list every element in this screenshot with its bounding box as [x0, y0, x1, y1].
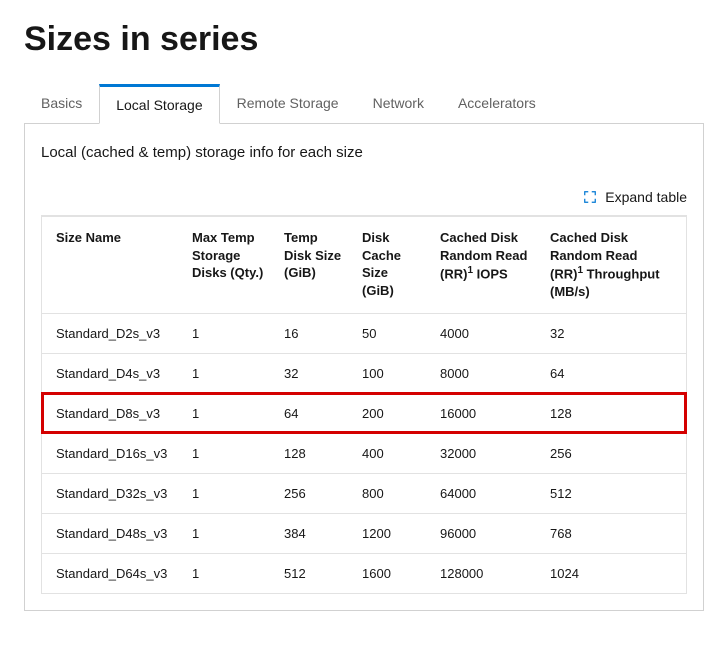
cell-tp: 1024 [540, 553, 686, 593]
tab-bar: Basics Local Storage Remote Storage Netw… [24, 83, 704, 124]
cell-iops: 32000 [430, 433, 540, 473]
table-row: Standard_D64s_v3151216001280001024 [42, 553, 686, 593]
cell-qty: 1 [182, 313, 274, 353]
table-row: Standard_D48s_v31384120096000768 [42, 513, 686, 553]
cell-qty: 1 [182, 473, 274, 513]
cell-tp: 256 [540, 433, 686, 473]
cell-cache: 100 [352, 353, 430, 393]
cell-temp: 32 [274, 353, 352, 393]
tab-panel: Local (cached & temp) storage info for e… [24, 124, 704, 611]
tab-local-storage[interactable]: Local Storage [99, 84, 219, 124]
th-size-name: Size Name [42, 217, 182, 314]
cell-qty: 1 [182, 553, 274, 593]
tab-network[interactable]: Network [356, 84, 441, 124]
cell-size_name: Standard_D8s_v3 [42, 393, 182, 433]
panel-description: Local (cached & temp) storage info for e… [41, 144, 687, 161]
cell-iops: 16000 [430, 393, 540, 433]
th-max-temp-disks: Max Temp Storage Disks (Qty.) [182, 217, 274, 314]
cell-temp: 16 [274, 313, 352, 353]
cell-iops: 8000 [430, 353, 540, 393]
cell-cache: 800 [352, 473, 430, 513]
cell-cache: 50 [352, 313, 430, 353]
tab-remote-storage[interactable]: Remote Storage [220, 84, 356, 124]
cell-temp: 256 [274, 473, 352, 513]
th-temp-disk-size: Temp Disk Size (GiB) [274, 217, 352, 314]
cell-size_name: Standard_D4s_v3 [42, 353, 182, 393]
cell-cache: 400 [352, 433, 430, 473]
cell-temp: 384 [274, 513, 352, 553]
cell-tp: 512 [540, 473, 686, 513]
cell-iops: 128000 [430, 553, 540, 593]
cell-cache: 1600 [352, 553, 430, 593]
cell-tp: 128 [540, 393, 686, 433]
expand-icon [583, 190, 597, 204]
table-row: Standard_D8s_v316420016000128 [42, 393, 686, 433]
cell-iops: 4000 [430, 313, 540, 353]
cell-qty: 1 [182, 393, 274, 433]
cell-qty: 1 [182, 353, 274, 393]
cell-size_name: Standard_D48s_v3 [42, 513, 182, 553]
cell-tp: 32 [540, 313, 686, 353]
cell-qty: 1 [182, 433, 274, 473]
sizes-table: Size Name Max Temp Storage Disks (Qty.) … [42, 216, 686, 594]
th-cached-iops: Cached Disk Random Read (RR)1 IOPS [430, 217, 540, 314]
cell-iops: 96000 [430, 513, 540, 553]
tab-accelerators[interactable]: Accelerators [441, 84, 553, 124]
page-title: Sizes in series [24, 20, 704, 59]
expand-table-button[interactable]: Expand table [41, 189, 687, 205]
cell-temp: 512 [274, 553, 352, 593]
cell-temp: 64 [274, 393, 352, 433]
cell-qty: 1 [182, 513, 274, 553]
th-disk-cache-size: Disk Cache Size (GiB) [352, 217, 430, 314]
cell-cache: 1200 [352, 513, 430, 553]
cell-size_name: Standard_D16s_v3 [42, 433, 182, 473]
cell-temp: 128 [274, 433, 352, 473]
tab-basics[interactable]: Basics [24, 84, 99, 124]
cell-cache: 200 [352, 393, 430, 433]
table-row: Standard_D2s_v311650400032 [42, 313, 686, 353]
cell-size_name: Standard_D2s_v3 [42, 313, 182, 353]
table-row: Standard_D32s_v3125680064000512 [42, 473, 686, 513]
cell-iops: 64000 [430, 473, 540, 513]
cell-size_name: Standard_D32s_v3 [42, 473, 182, 513]
table-container: Size Name Max Temp Storage Disks (Qty.) … [41, 215, 687, 594]
table-row: Standard_D4s_v3132100800064 [42, 353, 686, 393]
table-row: Standard_D16s_v3112840032000256 [42, 433, 686, 473]
expand-table-label: Expand table [605, 189, 687, 205]
cell-tp: 768 [540, 513, 686, 553]
table-header-row: Size Name Max Temp Storage Disks (Qty.) … [42, 217, 686, 314]
cell-size_name: Standard_D64s_v3 [42, 553, 182, 593]
cell-tp: 64 [540, 353, 686, 393]
th-cached-throughput: Cached Disk Random Read (RR)1 Throughput… [540, 217, 686, 314]
